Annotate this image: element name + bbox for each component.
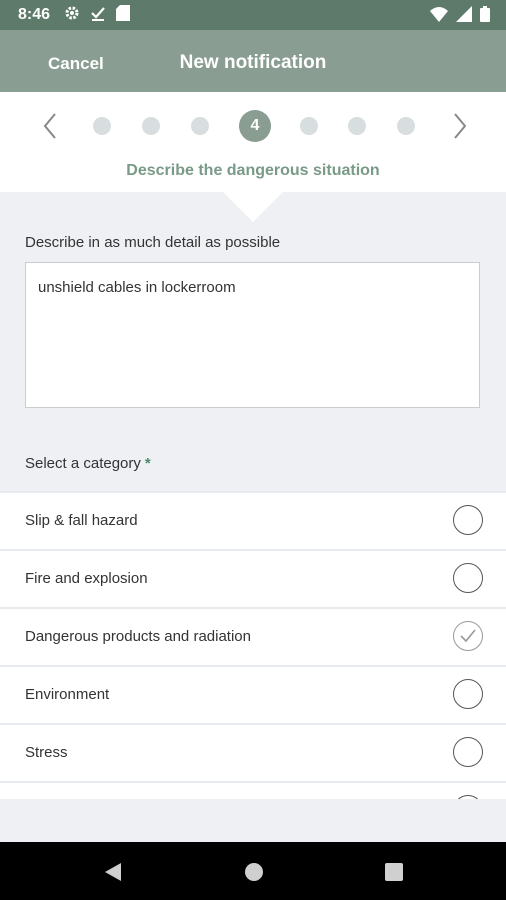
home-icon[interactable]	[244, 862, 264, 887]
step-pointer	[223, 192, 283, 222]
radio-unchecked-icon[interactable]	[453, 679, 483, 709]
back-icon[interactable]	[103, 862, 123, 887]
category-item-fire-explosion[interactable]: Fire and explosion	[0, 549, 506, 607]
wifi-icon	[430, 6, 448, 27]
radio-unchecked-icon[interactable]	[453, 563, 483, 593]
sd-card-icon	[116, 4, 131, 26]
step-dot	[397, 117, 415, 135]
battery-icon	[480, 6, 490, 27]
radio-unchecked-icon[interactable]	[453, 505, 483, 535]
radio-unchecked-icon[interactable]	[453, 737, 483, 767]
step-subtitle: Describe the dangerous situation	[126, 162, 380, 179]
chevron-right-icon[interactable]	[450, 106, 470, 151]
system-nav-bar	[0, 842, 506, 900]
required-marker: *	[144, 455, 151, 472]
category-item-label: Slip & fall hazard	[25, 512, 138, 529]
category-item-partial[interactable]	[0, 781, 506, 799]
step-dot	[93, 117, 111, 135]
step-indicator: Describe the dangerous situation	[0, 92, 506, 192]
step-dot	[142, 117, 160, 135]
description-label: Describe in as much detail as possible	[25, 234, 281, 251]
step-dot	[300, 117, 318, 135]
step-dot	[191, 117, 209, 135]
radio-checked-icon[interactable]	[453, 621, 483, 651]
current-step-badge: 4	[239, 110, 271, 142]
status-time: 8:46	[18, 6, 51, 23]
category-label: Select a category *	[25, 455, 151, 472]
page-title: New notification	[179, 52, 327, 73]
status-bar: 8:46	[0, 0, 506, 30]
gear-icon	[64, 5, 80, 26]
category-list: Slip & fall hazard Fire and explosion Da…	[0, 491, 506, 799]
radio-unchecked-icon[interactable]	[453, 795, 483, 799]
app-bar: Cancel New notification	[0, 30, 506, 92]
description-field[interactable]: unshield cables in lockerroom	[25, 262, 480, 408]
category-item-label: Dangerous products and radiation	[25, 628, 251, 645]
category-item-dangerous-products[interactable]: Dangerous products and radiation	[0, 607, 506, 665]
download-check-icon	[90, 5, 106, 26]
chevron-left-icon[interactable]	[40, 106, 60, 151]
step-dot	[348, 117, 366, 135]
recents-icon[interactable]	[384, 862, 404, 887]
category-label-text: Select a category	[25, 455, 141, 472]
category-item-environment[interactable]: Environment	[0, 665, 506, 723]
category-item-label: Environment	[25, 686, 110, 703]
category-item-label: Stress	[25, 744, 68, 761]
category-item-stress[interactable]: Stress	[0, 723, 506, 781]
category-item-label: Fire and explosion	[25, 570, 148, 587]
signal-icon	[456, 6, 472, 27]
category-item-slip-fall[interactable]: Slip & fall hazard	[0, 491, 506, 549]
